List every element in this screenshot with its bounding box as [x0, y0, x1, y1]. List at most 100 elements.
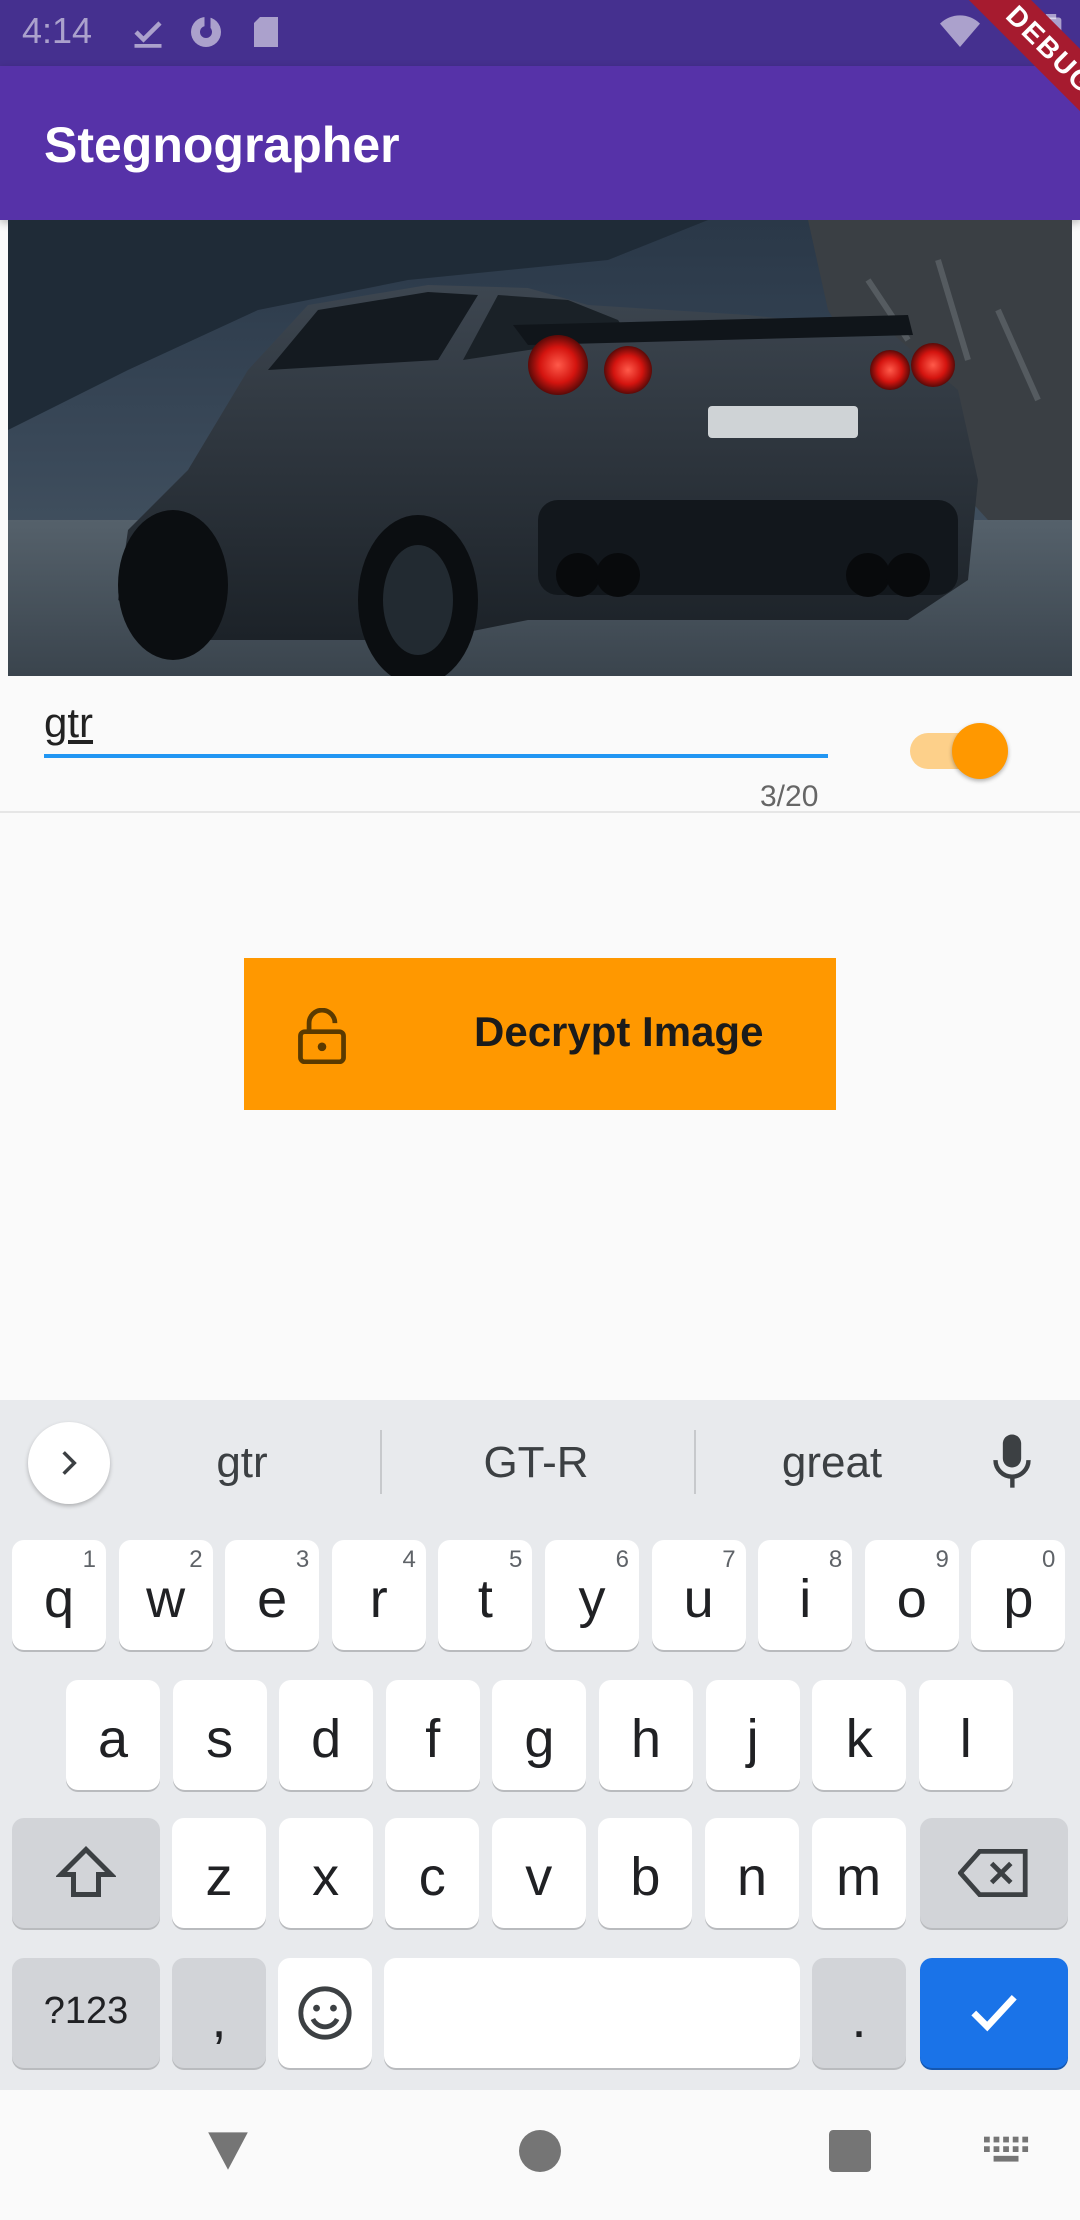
emoji-icon [298, 1986, 352, 2040]
key-x[interactable]: x [278, 1818, 373, 1928]
key-hint: 2 [189, 1546, 203, 1573]
key-hint: 8 [828, 1546, 843, 1573]
app-title: Stegnographer [44, 117, 400, 173]
suggestion-divider [380, 1430, 382, 1494]
key-label: r [369, 1569, 388, 1629]
key-y[interactable]: y6 [545, 1540, 639, 1650]
key-label: v [525, 1847, 553, 1907]
key-label: m [836, 1847, 882, 1907]
key-f[interactable]: f [385, 1680, 480, 1790]
key-hint: 4 [402, 1546, 416, 1573]
decrypt-button-label: Decrypt Image [474, 1008, 764, 1055]
key-hint: 6 [615, 1546, 629, 1573]
key-label: t [477, 1569, 493, 1629]
key-c[interactable]: c [385, 1818, 480, 1928]
key-n[interactable]: n [705, 1818, 799, 1928]
key-l[interactable]: l [918, 1680, 1013, 1790]
emoji-key[interactable] [278, 1958, 372, 2068]
secret-key-input[interactable] [44, 690, 828, 756]
key-h[interactable]: h [599, 1680, 693, 1790]
divider [0, 811, 1080, 813]
suggestion-2[interactable]: GT-R [406, 1438, 666, 1488]
backspace-icon [958, 1849, 1028, 1897]
check-enter-icon [971, 1994, 1017, 2032]
shift-icon [56, 1845, 116, 1897]
key-w[interactable]: w2 [118, 1540, 213, 1650]
key-label: x [312, 1847, 340, 1907]
key-hint: 7 [722, 1546, 736, 1573]
key-label: d [311, 1709, 342, 1769]
key-hint: 3 [295, 1546, 310, 1573]
key-label: c [418, 1847, 446, 1907]
key-hint: 9 [935, 1546, 949, 1573]
key-i[interactable]: i8 [758, 1540, 853, 1650]
key-r[interactable]: r4 [331, 1540, 426, 1650]
enter-key[interactable] [920, 1958, 1068, 2068]
space-key[interactable] [384, 1958, 800, 2068]
key-label: o [896, 1569, 927, 1629]
keyboard-menu-button[interactable] [28, 1422, 110, 1504]
backspace-key[interactable] [920, 1818, 1068, 1928]
decrypt-image-button[interactable]: Decrypt Image [244, 958, 836, 1110]
key-e[interactable]: e3 [225, 1540, 320, 1650]
key-m[interactable]: m [811, 1818, 906, 1928]
key-label: b [630, 1847, 661, 1907]
key-hint: 0 [1042, 1546, 1056, 1573]
key-label: w [146, 1569, 186, 1629]
key-label: p [1003, 1569, 1034, 1629]
input-underline [44, 754, 828, 758]
mic-icon[interactable] [990, 1432, 1034, 1492]
shift-key[interactable] [12, 1818, 160, 1928]
suggestion-3[interactable]: great [702, 1438, 962, 1488]
key-label: i [799, 1569, 812, 1629]
key-v[interactable]: v [491, 1818, 586, 1928]
key-a[interactable]: a [66, 1680, 160, 1790]
character-counter: 3/20 [760, 780, 819, 813]
key-hint: 5 [509, 1546, 523, 1573]
keyboard-icon[interactable] [984, 2136, 1030, 2168]
period-key[interactable]: . [812, 1958, 906, 2068]
key-label: n [736, 1847, 768, 1907]
key-d[interactable]: d [279, 1680, 374, 1790]
key-label: h [630, 1709, 662, 1769]
status-bar: 4:14 [0, 0, 1080, 66]
key-label: z [205, 1847, 233, 1907]
key-label: j [746, 1709, 759, 1769]
comma-key[interactable]: , [172, 1958, 266, 2068]
key-label: u [683, 1569, 714, 1629]
key-o[interactable]: o9 [864, 1540, 959, 1650]
nav-home-icon[interactable] [519, 2130, 561, 2172]
lock-open-icon [298, 1008, 346, 1064]
key-label: a [97, 1709, 129, 1769]
suggestion-divider [694, 1430, 696, 1494]
key-label: g [524, 1709, 555, 1769]
symbols-key[interactable]: ?123 [12, 1958, 160, 2068]
key-j[interactable]: j [705, 1680, 800, 1790]
key-b[interactable]: b [598, 1818, 693, 1928]
key-q[interactable]: q1 [12, 1540, 106, 1650]
chevron-right-icon [62, 1451, 77, 1475]
data-saver-icon [191, 17, 221, 47]
selected-image [8, 220, 1072, 676]
key-label: l [959, 1709, 972, 1769]
sd-card-icon [254, 17, 278, 47]
key-label: f [425, 1709, 441, 1769]
check-icon [134, 21, 162, 48]
nav-back-icon[interactable] [206, 2128, 250, 2172]
key-p[interactable]: p0 [971, 1540, 1066, 1650]
key-u[interactable]: u7 [651, 1540, 746, 1650]
key-label: q [43, 1569, 75, 1629]
key-s[interactable]: s [172, 1680, 267, 1790]
navigation-bar [0, 2090, 1080, 2220]
suggestion-1[interactable]: gtr [112, 1438, 372, 1488]
nav-recents-icon[interactable] [829, 2130, 871, 2172]
key-label: e [257, 1569, 288, 1629]
mode-toggle-thumb[interactable] [952, 723, 1008, 779]
key-label: y [578, 1569, 606, 1629]
status-time: 4:14 [22, 10, 93, 51]
key-k[interactable]: k [812, 1680, 907, 1790]
key-z[interactable]: z [172, 1818, 266, 1928]
key-hint: 1 [82, 1546, 96, 1573]
key-t[interactable]: t5 [438, 1540, 533, 1650]
key-g[interactable]: g [492, 1680, 587, 1790]
